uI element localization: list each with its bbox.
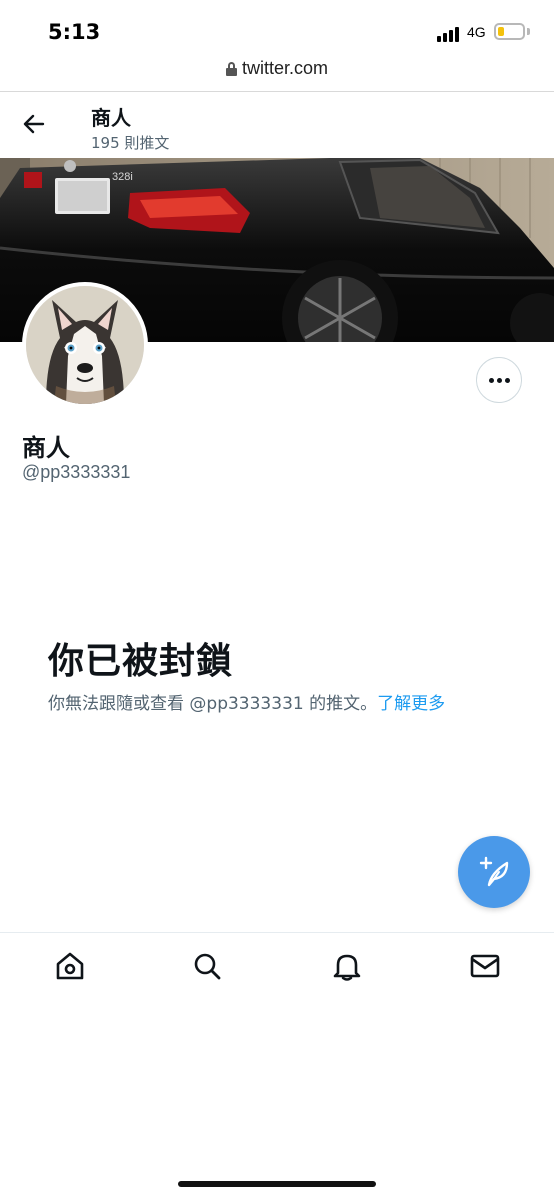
signal-strength-icon — [437, 25, 463, 42]
compose-tweet-icon — [479, 856, 509, 887]
compose-tweet-button[interactable] — [458, 836, 530, 908]
profile-display-name: 商人 — [22, 434, 70, 462]
search-icon — [194, 953, 221, 980]
blocked-title: 你已被封鎖 — [48, 641, 234, 682]
blocked-message: 你無法跟隨或查看 @pp3333331 的推文。了解更多 — [48, 689, 445, 714]
home-icon — [56, 952, 84, 980]
tweet-count: 195 則推文 — [91, 134, 170, 152]
learn-more-link[interactable]: 了解更多 — [377, 694, 445, 714]
browser-url-bar[interactable]: twitter.com — [0, 52, 554, 92]
url-text[interactable]: twitter.com — [242, 58, 328, 79]
profile-header: 商人 195 則推文 — [0, 92, 554, 158]
bell-icon — [333, 954, 361, 981]
more-options-button[interactable] — [476, 357, 522, 403]
back-button[interactable] — [18, 108, 50, 140]
lock-icon — [225, 61, 237, 76]
mail-icon — [470, 954, 500, 978]
nav-home[interactable] — [53, 949, 87, 983]
husky-photo — [26, 286, 144, 404]
battery-tip — [527, 28, 530, 35]
profile-handle: @pp3333331 — [22, 462, 131, 482]
nav-messages[interactable] — [468, 949, 502, 983]
home-indicator[interactable] — [178, 1181, 376, 1187]
arrow-left-icon — [23, 114, 45, 134]
header-title: 商人 — [91, 106, 131, 130]
more-horizontal-icon — [488, 377, 510, 383]
status-bar: 5:13 4G — [0, 0, 554, 52]
bottom-nav — [0, 932, 554, 1002]
blocked-message-text: 你無法跟隨或查看 @pp3333331 的推文。 — [48, 694, 378, 714]
battery-icon — [494, 23, 525, 40]
avatar[interactable] — [22, 282, 148, 408]
status-time: 5:13 — [48, 20, 101, 44]
network-label: 4G — [467, 24, 486, 40]
battery-level — [498, 27, 504, 36]
nav-search[interactable] — [190, 949, 224, 983]
nav-notifications[interactable] — [330, 949, 364, 983]
svg-text:328i: 328i — [112, 171, 133, 183]
